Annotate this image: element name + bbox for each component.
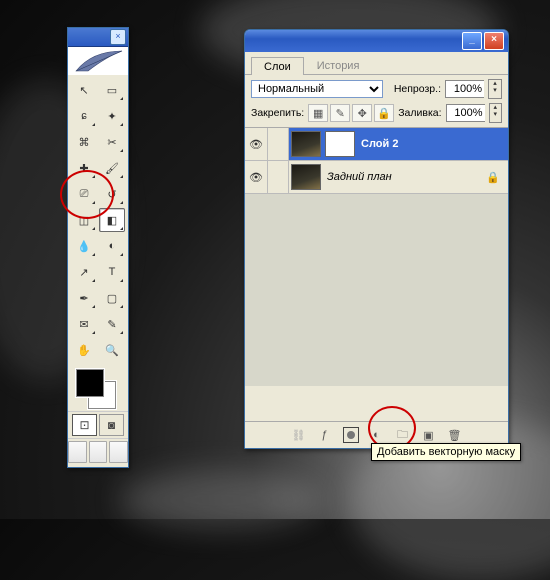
blend-mode-select[interactable]: Нормальный [251,80,383,98]
link-cell[interactable] [268,161,289,193]
tool-eyedropper[interactable]: ✎ [99,312,125,336]
layers-list: 👁 Слой 2 👁 Задний план 🔒 [245,128,508,386]
lock-transparent-button[interactable]: ▦ [308,104,328,122]
toolbox-titlebar[interactable]: × [68,28,128,47]
lock-icon: 🔒 [486,171,500,184]
tool-zoom[interactable]: 🔍 [99,338,125,362]
quickmask-mode-button[interactable]: ◙ [99,414,124,436]
link-cell[interactable] [268,128,289,160]
lock-position-button[interactable]: ✥ [352,104,372,122]
foreground-color-swatch[interactable] [76,369,104,397]
add-mask-icon [343,427,359,443]
opacity-input[interactable] [445,80,484,98]
tool-crop[interactable]: ⌘ [71,130,97,154]
lock-all-button[interactable]: 🔒 [374,104,394,122]
opacity-spinner[interactable]: ▴▾ [488,79,502,99]
tool-rect-marquee[interactable]: ▭ [99,78,125,102]
lock-pixels-button[interactable]: ✎ [330,104,350,122]
tool-path-select[interactable]: ↗ [71,260,97,284]
panel-minimize-button[interactable]: _ [462,32,482,50]
screenmode-full[interactable] [109,441,128,463]
color-swatches [68,365,128,411]
footer-delete-button[interactable]: 🗑 [447,427,463,443]
tool-clone-stamp[interactable]: ⎚ [71,182,97,206]
tool-healing-brush[interactable]: ✚ [71,156,97,180]
tool-magic-wand[interactable]: ✦ [99,104,125,128]
screenmode-row [68,438,128,467]
layers-panel: _ × Слои История Нормальный Непрозр.: ▴▾… [244,29,509,449]
footer-new-group-button[interactable]: 🗀 [395,427,411,443]
visibility-toggle[interactable]: 👁 [245,128,268,160]
fill-label: Заливка: [398,107,441,119]
footer-new-layer-button[interactable]: ▣ [421,427,437,443]
tool-move[interactable]: ↖ [71,78,97,102]
tooltip-add-vector-mask: Добавить векторную маску [371,443,521,461]
tab-layers[interactable]: Слои [251,57,304,75]
layer-thumbnail[interactable] [291,131,321,157]
footer-layer-style-button[interactable]: ƒ [317,427,333,443]
fill-spinner[interactable]: ▴▾ [489,103,502,123]
footer-new-fill-adjust-button[interactable]: ◐ [369,427,385,443]
tool-brush[interactable]: 🖌 [99,156,125,180]
tool-slice[interactable]: ✂ [99,130,125,154]
tool-hand[interactable]: ✋ [71,338,97,362]
layer-options: Нормальный Непрозр.: ▴▾ Закрепить: ▦✎✥🔒 … [245,75,508,128]
tool-shape[interactable]: ▢ [99,286,125,310]
tool-dodge[interactable]: ◐ [99,234,125,258]
tool-lasso[interactable]: ɕ [71,104,97,128]
tool-history-brush[interactable]: ↺ [99,182,125,206]
footer-link-button: ⛓ [291,427,307,443]
tool-notes[interactable]: ✉ [71,312,97,336]
opacity-label: Непрозр.: [394,83,441,95]
tool-grid: ↖▭ɕ✦⌘✂✚🖌⎚↺◫◧💧◐↗T✒▢✉✎✋🔍 [68,75,128,365]
layer-name-label: Слой 2 [361,138,398,150]
layer-row[interactable]: 👁 Задний план 🔒 [245,161,508,194]
fill-input[interactable] [446,104,485,122]
quickmask-row: ⊡ ◙ [68,411,128,438]
toolbox-header-feather [68,47,128,75]
tab-history[interactable]: История [304,56,373,74]
panel-tabbar: Слои История [245,52,508,75]
visibility-toggle[interactable]: 👁 [245,161,268,193]
tool-eraser[interactable]: ◫ [71,208,97,232]
panel-close-button[interactable]: × [484,32,504,50]
tool-blur[interactable]: 💧 [71,234,97,258]
screenmode-full-menubar[interactable] [89,441,108,463]
layer-thumbnail[interactable] [291,164,321,190]
tool-pen[interactable]: ✒ [71,286,97,310]
lock-label: Закрепить: [251,107,304,119]
tool-gradient[interactable]: ◧ [99,208,125,232]
layer-row[interactable]: 👁 Слой 2 [245,128,508,161]
footer-add-mask-button[interactable] [343,427,359,443]
layer-name-label: Задний план [327,171,392,183]
tool-type[interactable]: T [99,260,125,284]
layers-titlebar[interactable]: _ × [245,30,508,52]
toolbox-panel: × ↖▭ɕ✦⌘✂✚🖌⎚↺◫◧💧◐↗T✒▢✉✎✋🔍 ⊡ ◙ [67,27,129,468]
standard-mode-button[interactable]: ⊡ [72,414,97,436]
mask-thumbnail[interactable] [325,131,355,157]
toolbox-close-button[interactable]: × [110,29,126,45]
screenmode-standard[interactable] [68,441,87,463]
